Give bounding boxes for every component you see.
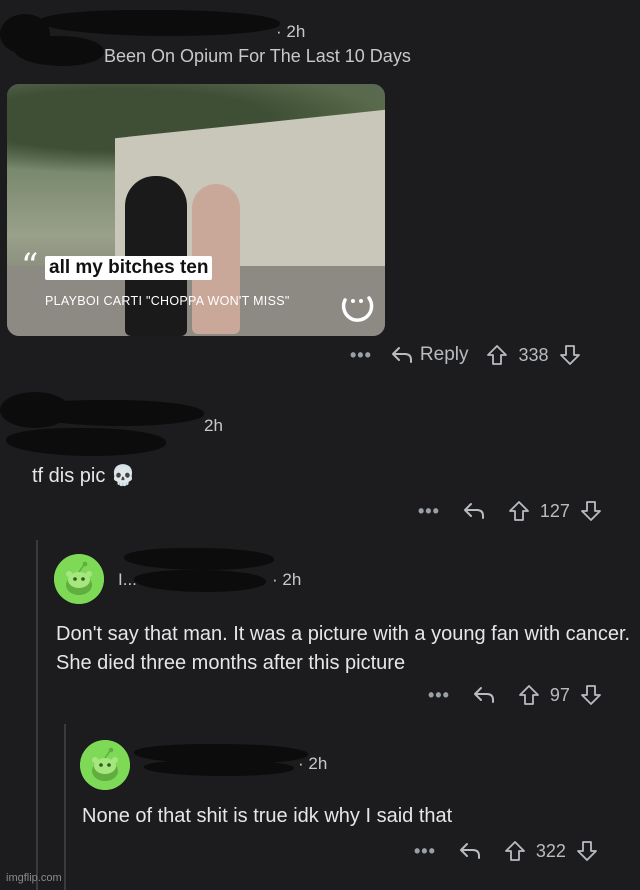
vote-count: 338: [518, 344, 549, 365]
downvote-icon[interactable]: [580, 500, 602, 522]
upvote-icon[interactable]: [518, 684, 540, 706]
downvote-icon[interactable]: [580, 684, 602, 706]
vote-group: 97: [518, 684, 602, 706]
avatar[interactable]: [54, 554, 104, 604]
snoo-avatar-icon: [80, 740, 130, 790]
post-image[interactable]: “ all my bitches ten PLAYBOI CARTI "CHOP…: [7, 84, 385, 336]
imgflip-watermark: imgflip.com: [6, 872, 62, 884]
comment-actions: ••• 127: [418, 500, 602, 522]
comment-body: None of that shit is true idk why I said…: [82, 805, 453, 827]
more-options-button[interactable]: •••: [414, 841, 436, 862]
vote-count: 322: [535, 840, 566, 861]
more-options-button[interactable]: •••: [350, 345, 372, 366]
reply-arrow-icon: [390, 345, 414, 365]
vote-group: 322: [504, 840, 598, 862]
redacted-username-2: [134, 570, 266, 592]
comment-body: Don't say that man. It was a picture wit…: [56, 623, 631, 674]
snoo-avatar-icon: [54, 554, 104, 604]
vote-count: 127: [539, 500, 570, 521]
upvote-icon[interactable]: [504, 840, 526, 862]
post-actions: ••• Reply 338: [350, 344, 581, 366]
redacted-username: [124, 548, 274, 570]
comment-timestamp: · 2h: [298, 754, 328, 773]
image-subcaption: PLAYBOI CARTI "CHOPPA WON'T MISS": [45, 294, 290, 308]
comment-actions: ••• 322: [414, 840, 598, 862]
upvote-icon[interactable]: [486, 344, 508, 366]
avatar[interactable]: [80, 740, 130, 790]
reply-arrow-icon[interactable]: [462, 501, 486, 521]
vote-count: 97: [549, 684, 570, 705]
redacted-username-2: [6, 428, 166, 456]
upvote-icon[interactable]: [508, 500, 530, 522]
redacted-username-2: [144, 760, 294, 776]
comment-actions: ••• 97: [428, 684, 602, 706]
vote-group: 127: [508, 500, 602, 522]
thread-line[interactable]: [36, 540, 38, 890]
vote-group: 338: [486, 344, 580, 366]
redacted-username-2: [14, 36, 104, 66]
reply-arrow-icon[interactable]: [458, 841, 482, 861]
reply-button[interactable]: Reply: [390, 344, 469, 366]
more-options-button[interactable]: •••: [418, 501, 440, 522]
image-caption: all my bitches ten: [45, 256, 213, 280]
reply-label: Reply: [419, 344, 469, 365]
post-timestamp: · 2h: [276, 22, 306, 41]
more-options-button[interactable]: •••: [428, 685, 450, 706]
redacted-username: [40, 10, 280, 36]
user-flair: Been On Opium For The Last 10 Days: [104, 46, 411, 66]
downvote-icon[interactable]: [559, 344, 581, 366]
downvote-icon[interactable]: [576, 840, 598, 862]
comment-timestamp: 2h: [204, 416, 223, 435]
spin-logo-icon: [337, 286, 377, 331]
comment-body: tf dis pic 💀: [32, 465, 136, 487]
thread-line[interactable]: [64, 724, 66, 890]
quote-icon: “: [21, 246, 39, 286]
comment-timestamp: · 2h: [272, 570, 302, 589]
reply-arrow-icon[interactable]: [472, 685, 496, 705]
